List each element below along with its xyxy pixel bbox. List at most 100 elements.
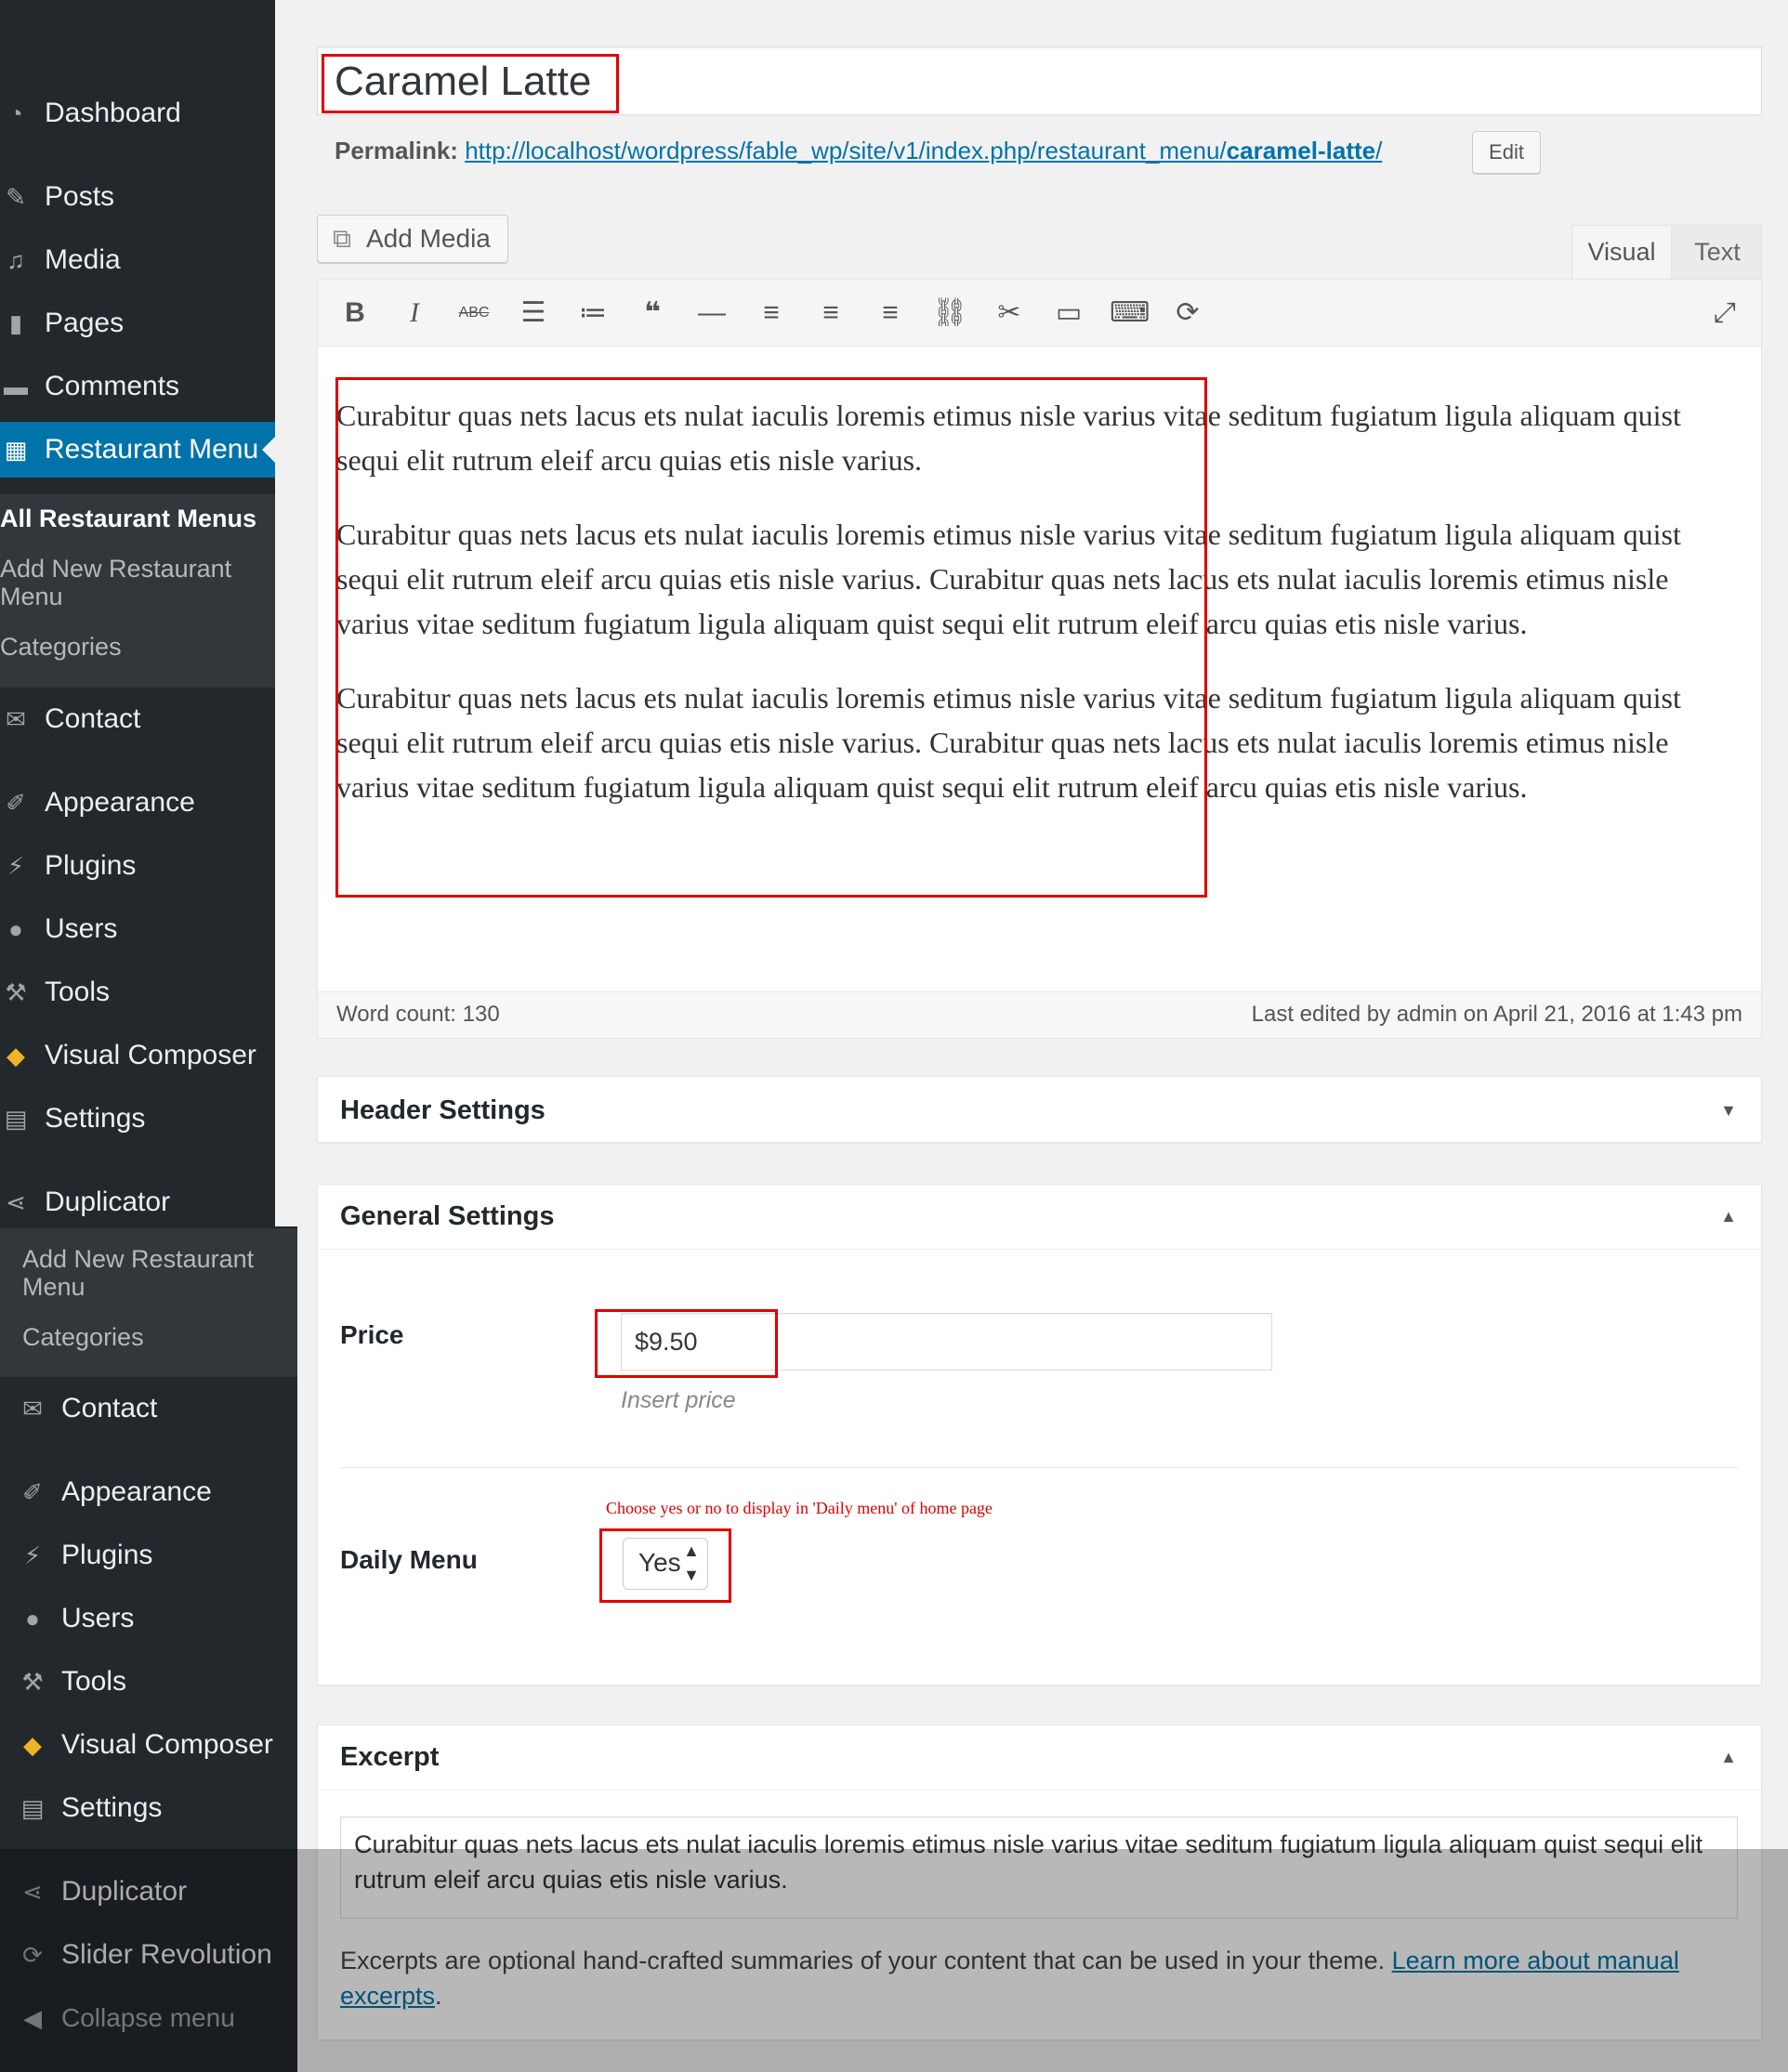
menu-restaurant-menu[interactable]: ▦ Restaurant Menu [0, 422, 275, 478]
header-settings-box[interactable]: Header Settings ▼ [317, 1076, 1762, 1143]
menu-duplicator[interactable]: ⋖ Duplicator [0, 1174, 170, 1230]
content-paragraph: Curabitur quas nets lacus ets nulat iacu… [336, 681, 1681, 804]
menu-plugins[interactable]: ⚡ Plugins [0, 838, 137, 894]
menu-appearance[interactable]: ✐ Appearance [17, 1464, 212, 1520]
menu-label: Settings [45, 1103, 146, 1134]
excerpt-help-text: Excerpts are optional hand-crafted summa… [340, 1943, 1734, 2013]
menu-users[interactable]: ● Users [0, 901, 117, 957]
tab-text[interactable]: Text [1673, 225, 1762, 279]
collapse-arrow-icon[interactable]: ▲ [1720, 1748, 1737, 1767]
menu-contact[interactable]: ✉ Contact [0, 691, 140, 747]
mail-icon: ✉ [22, 1395, 43, 1423]
excerpt-help-end: . [435, 1982, 442, 2010]
excerpt-textarea[interactable]: Curabitur quas nets lacus ets nulat iacu… [340, 1816, 1738, 1919]
word-count: Word count: 130 [336, 1002, 500, 1027]
permalink-end: / [1375, 137, 1383, 164]
menu-label: Appearance [45, 787, 195, 818]
blockquote-icon[interactable]: ❝ [634, 296, 671, 330]
permalink-base: http://localhost/wordpress/fable_wp/site… [465, 137, 1227, 164]
menu-label: Contact [61, 1393, 158, 1423]
menu-appearance[interactable]: ✐ Appearance [0, 775, 195, 831]
menu-contact[interactable]: ✉ Contact [17, 1381, 157, 1436]
menu-settings[interactable]: ▤ Settings [0, 1091, 146, 1147]
menu-label: Appearance [61, 1476, 212, 1507]
expand-arrow-icon[interactable]: ▼ [1720, 1101, 1737, 1121]
strikethrough-icon[interactable]: ABC [455, 296, 493, 330]
horizontal-line-icon[interactable]: — [693, 296, 730, 330]
calendar-icon: ▦ [4, 436, 28, 464]
media-icon: ♫ [7, 246, 25, 274]
collapse-menu-button[interactable]: ◀ Collapse menu [17, 1990, 235, 2046]
menu-label: Settings [61, 1792, 163, 1823]
submenu-add-new-restaurant-menu[interactable]: Add New Restaurant Menu [0, 555, 251, 610]
collapse-arrow-icon: ◀ [23, 2004, 42, 2032]
wrench-icon: ⚒ [21, 1668, 44, 1696]
menu-label: Tools [45, 977, 111, 1007]
submenu-all-restaurant-menus[interactable]: All Restaurant Menus [0, 505, 256, 532]
share-icon: ⋖ [6, 1188, 26, 1216]
user-icon: ● [25, 1605, 40, 1633]
submenu-categories[interactable]: Categories [0, 633, 122, 661]
menu-label: Visual Composer [61, 1729, 273, 1760]
permalink-link[interactable]: http://localhost/wordpress/fable_wp/site… [465, 137, 1382, 164]
menu-plugins[interactable]: ⚡ Plugins [17, 1528, 153, 1583]
menu-tools[interactable]: ⚒ Tools [17, 1654, 126, 1710]
post-title-input[interactable]: Caramel Latte [317, 46, 1762, 115]
align-left-icon[interactable]: ≡ [753, 296, 790, 330]
add-media-button[interactable]: ⧉ Add Media [317, 215, 508, 263]
menu-settings[interactable]: ▤ Settings [17, 1780, 163, 1836]
numbered-list-icon[interactable]: ≔ [574, 296, 611, 330]
menu-label: Contact [45, 703, 141, 734]
bullet-list-icon[interactable]: ☰ [515, 296, 552, 330]
menu-slider-revolution[interactable]: ⟳ Slider Revolution [17, 1927, 272, 1983]
read-more-icon[interactable]: ▭ [1050, 296, 1087, 330]
menu-users[interactable]: ● Users [17, 1591, 134, 1646]
submenu-add-new-restaurant-menu[interactable]: Add New Restaurant Menu [22, 1245, 292, 1301]
menu-visual-composer[interactable]: ◆ Visual Composer [17, 1717, 273, 1773]
menu-label: Slider Revolution [61, 1939, 272, 1970]
menu-duplicator[interactable]: ⋖ Duplicator [17, 1864, 187, 1920]
last-edited: Last edited by admin on April 21, 2016 a… [1251, 1002, 1742, 1027]
excerpt-header[interactable]: Excerpt ▲ [318, 1725, 1761, 1790]
price-hint: Insert price [621, 1387, 736, 1413]
daily-menu-select[interactable]: Yes ▲ ▼ [623, 1538, 708, 1590]
keyboard-icon[interactable]: ⌨ [1110, 296, 1150, 330]
link-icon[interactable]: ⛓ [931, 296, 968, 330]
menu-pages[interactable]: ▮ Pages [0, 295, 124, 351]
daily-menu-label: Daily Menu [340, 1545, 478, 1574]
refresh-icon: ⟳ [22, 1941, 43, 1969]
submenu-categories[interactable]: Categories [22, 1323, 144, 1351]
menu-label: Posts [45, 181, 115, 212]
plug-icon: ⚡ [7, 852, 25, 880]
menu-comments[interactable]: ▬ Comments [0, 359, 179, 414]
align-center-icon[interactable]: ≡ [812, 296, 849, 330]
collapse-arrow-icon[interactable]: ▲ [1720, 1207, 1737, 1226]
menu-media[interactable]: ♫ Media [0, 232, 121, 288]
price-input[interactable]: $9.50 [621, 1313, 1272, 1370]
excerpt-help: Excerpts are optional hand-crafted summa… [340, 1947, 1386, 1974]
align-right-icon[interactable]: ≡ [872, 296, 909, 330]
menu-dashboard[interactable]: ◔ Dashboard [0, 85, 181, 141]
brush-icon: ✐ [6, 789, 26, 817]
menu-label: Media [45, 244, 121, 275]
tab-visual[interactable]: Visual [1571, 225, 1672, 279]
unlink-icon[interactable]: ✂ [991, 296, 1028, 330]
editor-content[interactable]: Curabitur quas nets lacus ets nulat iacu… [336, 393, 1740, 839]
dashboard-icon: ◔ [8, 99, 23, 127]
brush-icon: ✐ [22, 1478, 43, 1506]
share-icon: ⋖ [22, 1878, 43, 1906]
menu-label: Dashboard [45, 98, 181, 128]
permalink-label: Permalink: [335, 137, 458, 164]
price-value: $9.50 [635, 1328, 698, 1356]
fullscreen-icon[interactable]: ⤢ [1706, 296, 1743, 330]
menu-visual-composer[interactable]: ◆ Visual Composer [0, 1028, 256, 1083]
menu-posts[interactable]: ✎ Posts [0, 169, 114, 225]
general-settings-header[interactable]: General Settings ▲ [318, 1185, 1761, 1250]
refresh-icon[interactable]: ⟳ [1169, 296, 1206, 330]
bold-icon[interactable]: B [336, 296, 374, 330]
edit-permalink-button[interactable]: Edit [1472, 131, 1541, 174]
italic-icon[interactable]: I [396, 296, 433, 330]
menu-tools[interactable]: ⚒ Tools [0, 964, 110, 1020]
menu-label: Comments [45, 371, 180, 401]
editor-toolbar: B I ABC ☰ ≔ ❝ — ≡ ≡ ≡ ⛓ ✂ ▭ ⌨ ⟳ ⤢ [318, 280, 1761, 347]
